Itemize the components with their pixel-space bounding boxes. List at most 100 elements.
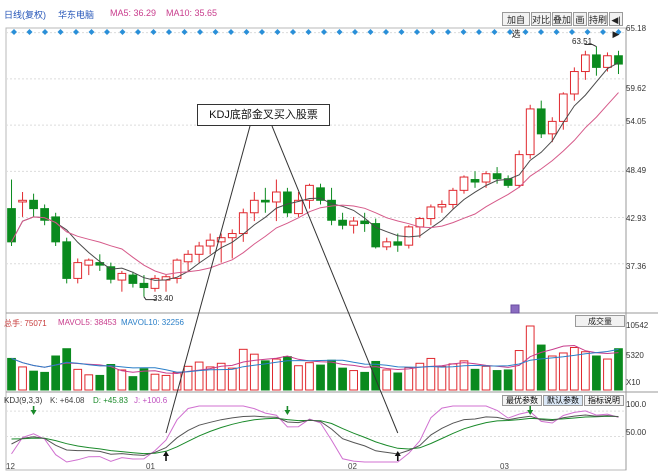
overlay-button[interactable]: 叠加 [552,12,572,26]
event-diamond-icon [212,29,219,35]
volume-bar [283,356,292,391]
event-diamond-icon [445,29,451,35]
price-tick-0: 65.18 [626,24,647,33]
vol-tick-1: 5320 [626,351,644,360]
volume-bar [106,364,116,391]
best-params-button[interactable]: 最优参数 [502,395,542,406]
volume-selector[interactable]: 成交量 [575,315,625,327]
event-diamond-icon [476,29,482,35]
volume-bar [404,367,414,391]
candle-body [117,272,127,281]
candle-body [62,241,72,279]
ma5-label: MA5: 36.29 [110,8,157,18]
vol-tick-2: X10 [626,378,641,387]
event-diamond-icon [522,29,529,35]
volume-bar [18,366,27,391]
volume-bar [249,353,259,391]
event-diamond-icon [119,29,126,35]
expand-icon[interactable]: ◀|▶ [609,12,623,39]
event-diamond-icon [88,29,95,35]
event-diamond-icon [290,29,296,35]
golden-cross-arrow-icon [163,451,170,461]
candle-body [128,274,138,284]
event-diamond-icon [460,29,467,35]
candle-body [603,55,612,68]
vol-tick-0: 10542 [626,321,649,330]
event-diamond-icon [321,29,327,35]
stock-name: 华东电脑 [58,10,95,20]
volume-bar [73,368,83,391]
volume-bar [448,363,458,391]
volume-bar [327,359,336,391]
volume-bar [470,368,480,391]
candle-body [415,218,425,228]
candle-body [437,203,447,208]
candle-body [536,108,546,135]
event-diamond-icon [538,29,544,35]
event-diamond-icon [11,29,17,35]
event-diamond-icon [274,29,281,35]
high-price-mark: 63.51 [572,37,593,46]
volume-bar [393,372,403,391]
candle-body [525,108,535,156]
candle-body [84,259,94,266]
add-watchlist-button[interactable]: 加自选 [502,12,530,39]
event-diamond-icon [104,29,110,35]
date-tick-3: 03 [500,462,509,471]
event-diamond-icon [73,29,79,35]
volume-bar [316,364,325,391]
candle-body [238,212,248,235]
candle-body [547,120,557,135]
price-tick-1: 59.62 [626,84,647,93]
event-diamond-icon [569,29,575,35]
kdj-j-line [11,405,619,463]
kdj-d-line [11,415,619,455]
volume-bar [338,367,347,391]
death-cross-arrow-icon [30,406,37,415]
volume-bar [558,352,568,391]
volume-bar [84,374,94,391]
low-price-mark: 33.40 [153,294,174,303]
kdj-tick-1: 50.00 [626,428,647,437]
event-diamond-icon [414,29,420,35]
compare-button[interactable]: 对比 [531,12,551,26]
draw-button[interactable]: 画 [573,12,587,26]
volume-bar [128,376,138,391]
candle-body [73,262,83,279]
volume-bar [7,357,16,391]
default-params-button[interactable]: 默认参数 [543,395,583,406]
period-label[interactable]: 日线(复权) [4,8,46,21]
candle-body [404,226,414,246]
event-diamond-icon [553,29,560,35]
event-diamond-icon [429,29,436,35]
candle-body [29,199,38,210]
price-tick-5: 37.36 [626,262,647,271]
event-diamond-icon [197,29,203,35]
kdj-k: K: +64.08 [50,396,85,405]
kdj-tick-0: 100.0 [626,400,647,409]
callout-box: KDJ底部金叉买入股票 [197,104,330,126]
candle-body [283,191,292,214]
volume-bar [614,348,623,391]
event-diamond-icon [228,29,234,35]
event-diamond-icon [259,29,265,35]
indicator-help-button[interactable]: 指标说明 [584,395,624,406]
stock-chart-window: 日线(复权) 华东电脑 MA5: 36.29 MA10: 35.65 加自选 对… [0,0,658,472]
refresh-button[interactable]: 持刷 [588,12,608,26]
event-diamond-icon [600,29,606,35]
volume-bar [349,370,358,391]
event-diamond-icon [398,29,405,35]
candle-body [569,71,579,95]
candle-body [194,245,204,255]
price-tick-2: 54.05 [626,117,647,126]
candle-body [426,206,436,220]
volume-bar [569,347,579,391]
volume-bar [492,370,502,391]
date-tick-1: 01 [146,462,155,471]
event-diamond-icon [305,29,312,35]
volume-bar [426,357,436,391]
candle-body [272,191,281,203]
volume-bar [360,371,370,391]
event-diamond-icon [352,29,358,35]
event-diamond-icon [42,29,48,35]
